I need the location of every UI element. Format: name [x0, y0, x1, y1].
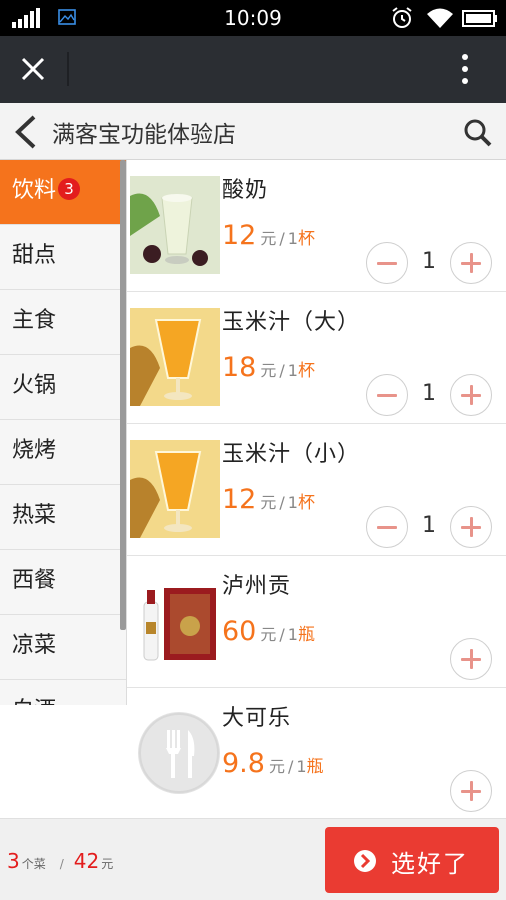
currency-label: 元	[260, 493, 277, 512]
cart-item-count: 3	[7, 849, 20, 873]
cart-total: 42	[73, 849, 100, 873]
corn-juice-thumbnail	[130, 440, 220, 538]
category-item-desserts[interactable]: 甜点	[0, 225, 126, 290]
alarm-icon	[392, 7, 412, 28]
product-price-line: 12 元/1杯	[222, 220, 315, 251]
more-options-icon[interactable]	[450, 50, 480, 88]
unit-name: 杯	[297, 361, 315, 381]
product-price-line: 9.8 元/1瓶	[222, 748, 324, 779]
cart-bar: 3 个菜 / 42 元 选好了	[0, 818, 506, 900]
quantity-value: 1	[422, 381, 436, 406]
currency-label: 元	[260, 625, 277, 644]
status-bar: 10:09	[0, 0, 506, 36]
category-label: 火锅	[12, 373, 57, 398]
quantity-value: 1	[422, 513, 436, 538]
store-title: 满客宝功能体验店	[52, 122, 236, 148]
product-name: 玉米汁（小）	[222, 442, 361, 467]
increase-quantity-button[interactable]	[450, 242, 492, 284]
checkout-button-label: 选好了	[391, 850, 469, 878]
product-item: 玉米汁（小） 12 元/1杯 1	[127, 424, 506, 556]
category-sidebar: 饮料3 甜点 主食 火锅 烧烤 热菜 西餐 凉菜 白酒	[0, 160, 127, 705]
product-item: 酸奶 12 元/1杯 1	[127, 160, 506, 292]
unit-name: 瓶	[306, 757, 324, 777]
category-item-staples[interactable]: 主食	[0, 290, 126, 355]
product-price: 9.8	[222, 748, 265, 779]
category-label: 西餐	[12, 568, 57, 593]
product-price: 12	[222, 484, 257, 515]
unit-name: 杯	[297, 229, 315, 249]
fork-knife-placeholder-icon	[138, 712, 220, 794]
category-label: 甜点	[12, 243, 57, 268]
category-item-hot-dishes[interactable]: 热菜	[0, 485, 126, 550]
unit-count: 1	[296, 757, 307, 776]
product-item: 泸州贡 60 元/1瓶	[127, 556, 506, 688]
increase-quantity-button[interactable]	[450, 770, 492, 812]
category-label: 凉菜	[12, 633, 57, 658]
product-name: 泸州贡	[222, 574, 292, 599]
cart-count-unit: 个菜	[21, 857, 46, 871]
unit-count: 1	[287, 493, 298, 512]
unit-name: 瓶	[297, 625, 315, 645]
cart-overlay	[0, 705, 127, 818]
cart-summary[interactable]: 3 个菜 / 42 元	[7, 849, 113, 873]
product-price: 18	[222, 352, 257, 383]
cart-total-unit: 元	[101, 857, 114, 871]
product-item: 玉米汁（大） 18 元/1杯 1	[127, 292, 506, 424]
currency-label: 元	[260, 229, 277, 248]
product-name: 大可乐	[222, 706, 292, 731]
category-label: 主食	[12, 308, 57, 333]
unit-count: 1	[287, 361, 298, 380]
product-price-line: 18 元/1杯	[222, 352, 315, 383]
increase-quantity-button[interactable]	[450, 506, 492, 548]
decrease-quantity-button[interactable]	[366, 374, 408, 416]
close-icon[interactable]	[16, 52, 50, 86]
increase-quantity-button[interactable]	[450, 638, 492, 680]
category-label: 白酒	[12, 698, 56, 705]
category-item-hotpot[interactable]: 火锅	[0, 355, 126, 420]
product-price: 12	[222, 220, 257, 251]
product-name: 酸奶	[222, 178, 269, 203]
currency-label: 元	[268, 757, 285, 776]
unit-separator: /	[279, 229, 285, 248]
yogurt-thumbnail	[130, 176, 220, 274]
category-item-liquor[interactable]: 白酒	[0, 680, 126, 705]
category-item-drinks[interactable]: 饮料 3	[0, 160, 126, 225]
sidebar-scrollbar[interactable]	[120, 160, 126, 630]
category-item-bbq[interactable]: 烧烤	[0, 420, 126, 485]
decrease-quantity-button[interactable]	[366, 506, 408, 548]
search-icon[interactable]	[462, 117, 494, 149]
category-label: 饮料	[12, 178, 57, 203]
unit-count: 1	[287, 229, 298, 248]
category-label: 热菜	[12, 503, 57, 528]
product-price: 60	[222, 616, 257, 647]
back-arrow-icon[interactable]	[10, 113, 42, 151]
unit-separator: /	[279, 361, 285, 380]
decrease-quantity-button[interactable]	[366, 242, 408, 284]
unit-separator: /	[279, 625, 285, 644]
unit-separator: /	[279, 493, 285, 512]
unit-name: 杯	[297, 493, 315, 513]
corn-juice-thumbnail	[130, 308, 220, 406]
cart-separator: /	[59, 857, 64, 871]
checkout-button[interactable]: 选好了	[325, 827, 499, 893]
quantity-value: 1	[422, 249, 436, 274]
product-name: 玉米汁（大）	[222, 310, 361, 335]
store-header: 满客宝功能体验店	[0, 103, 506, 160]
increase-quantity-button[interactable]	[450, 374, 492, 416]
arrow-right-circle-icon	[354, 850, 376, 872]
battery-icon	[462, 10, 497, 27]
category-label: 烧烤	[12, 438, 57, 463]
category-item-cold-dishes[interactable]: 凉菜	[0, 615, 126, 680]
webview-title-bar	[0, 36, 506, 103]
unit-separator: /	[287, 757, 294, 776]
title-divider	[67, 52, 69, 86]
liquor-bottle-thumbnail	[130, 572, 220, 670]
category-item-western[interactable]: 西餐	[0, 550, 126, 615]
category-count-badge: 3	[58, 178, 81, 200]
product-price-line: 60 元/1瓶	[222, 616, 315, 647]
unit-count: 1	[287, 625, 298, 644]
product-price-line: 12 元/1杯	[222, 484, 315, 515]
currency-label: 元	[260, 361, 277, 380]
wifi-icon	[427, 8, 453, 28]
